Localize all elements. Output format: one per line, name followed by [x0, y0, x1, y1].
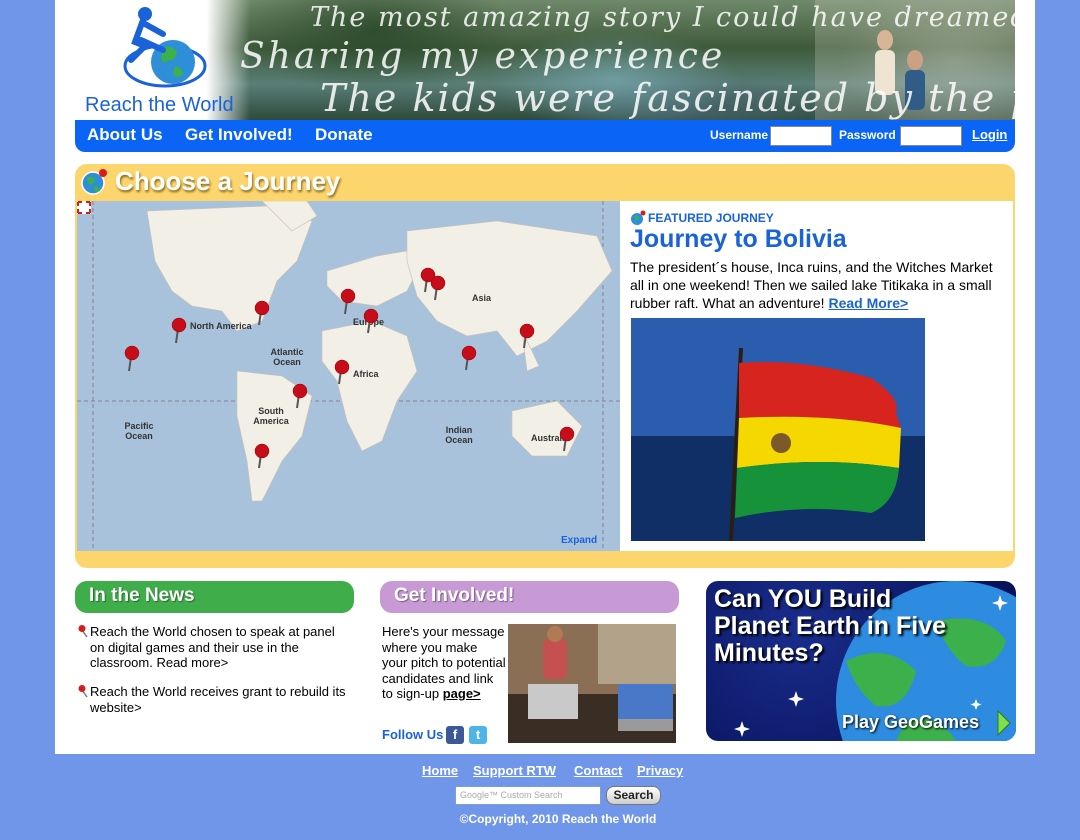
bolivia-flag-photo[interactable]	[631, 318, 925, 541]
news-item[interactable]: Reach the World receives grant to rebuil…	[78, 684, 350, 715]
map-pin[interactable]	[254, 443, 270, 469]
login-button[interactable]: Login	[972, 127, 1007, 142]
logo-text[interactable]: Reach the World	[85, 94, 234, 117]
news-item-text[interactable]: Reach the World receives grant to rebuil…	[90, 684, 346, 715]
world-map[interactable]: North America Atlantic Ocean Europe Asia…	[77, 201, 620, 551]
password-input[interactable]	[900, 126, 962, 146]
copyright-text: ©Copyright, 2010 Reach the World	[459, 812, 657, 826]
map-pin[interactable]	[254, 300, 270, 326]
search-button[interactable]: Search	[606, 786, 661, 805]
red-pin-icon	[78, 685, 88, 698]
username-input[interactable]	[770, 126, 832, 146]
red-pin-icon	[78, 625, 88, 638]
get-involved-text: Here's your message where you make your …	[382, 624, 506, 702]
news-item-text[interactable]: Reach the World chosen to speak at panel…	[90, 624, 335, 670]
twitter-icon[interactable]: t	[469, 726, 487, 744]
featured-description-text: The president´s house, Inca ruins, and t…	[630, 259, 993, 311]
banner-tagline-3: The kids were fascinated by the person	[320, 76, 1015, 120]
play-geogames-button[interactable]: Play GeoGames	[842, 712, 979, 733]
main-nav: About Us Get Involved! Donate Username P…	[75, 120, 1015, 152]
map-pin[interactable]	[292, 383, 308, 409]
featured-journey: FEATURED JOURNEY Journey to Bolivia The …	[620, 201, 1013, 551]
footer-home-link[interactable]: Home	[422, 763, 458, 778]
footer-support-link[interactable]: Support RTW	[473, 763, 556, 778]
logo-globe-icon[interactable]	[115, 4, 211, 92]
facebook-icon[interactable]: f	[446, 726, 464, 744]
classroom-photo-image	[508, 624, 676, 743]
globe-pin-icon	[81, 169, 107, 195]
journey-title: Choose a Journey	[115, 166, 341, 196]
map-expand-link[interactable]: Expand	[561, 535, 597, 546]
banner-tagline-2: Sharing my experience	[240, 36, 726, 77]
expand-icon[interactable]	[77, 201, 91, 214]
search-input[interactable]: Google™ Custom Search	[455, 786, 601, 805]
map-pins	[124, 267, 575, 469]
featured-globe-icon	[631, 210, 646, 225]
map-pin[interactable]	[519, 323, 535, 349]
username-label: Username	[710, 128, 769, 142]
nav-get-involved[interactable]: Get Involved!	[185, 125, 293, 145]
featured-journey-description: The president´s house, Inca ruins, and t…	[630, 258, 1010, 312]
featured-journey-label: FEATURED JOURNEY	[648, 211, 774, 225]
map-pin[interactable]	[171, 317, 187, 344]
map-pin[interactable]	[363, 308, 379, 334]
geogames-title: Can YOU Build Planet Earth in Five Minut…	[714, 585, 947, 667]
bolivia-flag-image	[631, 318, 925, 541]
read-more-link[interactable]: Read More>	[828, 295, 908, 311]
geogames-promo[interactable]: Can YOU Build Planet Earth in Five Minut…	[706, 581, 1016, 741]
news-item[interactable]: Reach the World chosen to speak at panel…	[78, 624, 350, 671]
choose-journey-panel: Choose a Journey North America Atlantic …	[75, 164, 1015, 568]
news-header: In the News	[75, 581, 354, 613]
follow-us-label: Follow Us	[382, 727, 444, 742]
nav-about-us[interactable]: About Us	[87, 125, 163, 145]
map-pin[interactable]	[430, 275, 446, 301]
map-pin[interactable]	[461, 345, 477, 371]
signup-page-link[interactable]: page>	[443, 686, 481, 701]
page-container: The most amazing story I could have drea…	[55, 0, 1035, 754]
map-pin[interactable]	[340, 288, 356, 315]
get-involved-photo	[508, 624, 676, 743]
header-banner: The most amazing story I could have drea…	[75, 0, 1015, 120]
password-label: Password	[839, 128, 896, 142]
nav-donate[interactable]: Donate	[315, 125, 373, 145]
footer-privacy-link[interactable]: Privacy	[637, 763, 683, 778]
footer-contact-link[interactable]: Contact	[574, 763, 622, 778]
get-involved-header: Get Involved!	[380, 581, 679, 613]
banner-tagline-1: The most amazing story I could have drea…	[310, 2, 1015, 33]
map-pin[interactable]	[124, 345, 140, 372]
map-pin[interactable]	[559, 426, 575, 452]
featured-journey-title[interactable]: Journey to Bolivia	[630, 225, 847, 254]
map-pin[interactable]	[334, 359, 350, 385]
